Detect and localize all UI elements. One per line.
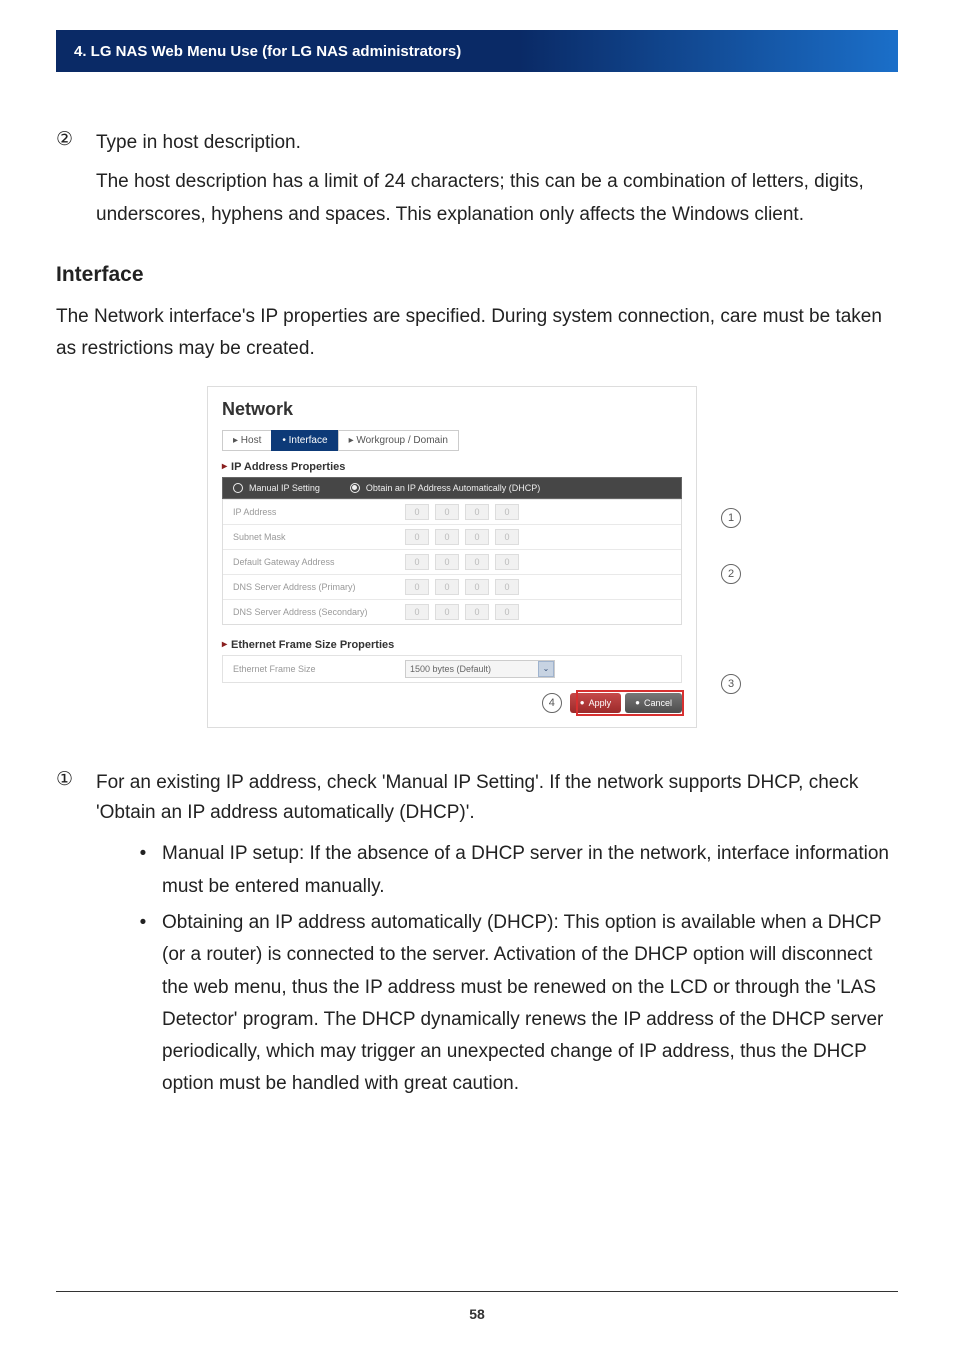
interface-heading: Interface	[56, 263, 898, 287]
radio-manual[interactable]: Manual IP Setting	[233, 483, 320, 493]
apply-label: Apply	[589, 698, 612, 708]
bullet-list: • Manual IP setup: If the absence of a D…	[136, 838, 898, 1100]
octet-input[interactable]: 0	[495, 579, 519, 595]
tab-workgroup[interactable]: ▸ Workgroup / Domain	[338, 430, 459, 451]
octet-input[interactable]: 0	[405, 579, 429, 595]
step-2-number: ②	[56, 128, 80, 158]
eth-row-label: Ethernet Frame Size	[233, 664, 399, 674]
apply-button[interactable]: ● Apply	[570, 693, 621, 713]
radio-icon	[350, 483, 360, 493]
network-panel: Network ▸ Host • Interface ▸ Workgroup /…	[207, 386, 697, 728]
screenshot-container: Network ▸ Host • Interface ▸ Workgroup /…	[207, 386, 747, 728]
octet-input[interactable]: 0	[495, 554, 519, 570]
octet-input[interactable]: 0	[465, 579, 489, 595]
octet-input[interactable]: 0	[435, 604, 459, 620]
octet-input[interactable]: 0	[465, 604, 489, 620]
bullet-text: Obtaining an IP address automatically (D…	[162, 907, 898, 1101]
dot-icon: ●	[580, 698, 585, 707]
octet-input[interactable]: 0	[405, 529, 429, 545]
octet-input[interactable]: 0	[465, 504, 489, 520]
chapter-title: 4. LG NAS Web Menu Use (for LG NAS admin…	[74, 43, 461, 60]
ip-grid: IP Address 0 0 0 0 Subnet Mask 0 0 0 0 D…	[222, 499, 682, 625]
footer-line	[56, 1291, 898, 1292]
octet-input[interactable]: 0	[465, 529, 489, 545]
octet-input[interactable]: 0	[405, 604, 429, 620]
cancel-label: Cancel	[644, 698, 672, 708]
radio-icon	[233, 483, 243, 493]
octet-input[interactable]: 0	[495, 529, 519, 545]
interface-intro: The Network interface's IP properties ar…	[56, 301, 898, 366]
step-2-title: Type in host description.	[96, 128, 898, 158]
radio-dhcp[interactable]: Obtain an IP Address Automatically (DHCP…	[350, 483, 540, 493]
eth-frame-row: Ethernet Frame Size 1500 bytes (Default)…	[222, 655, 682, 683]
octet-input[interactable]: 0	[435, 504, 459, 520]
bullet-text: Manual IP setup: If the absence of a DHC…	[162, 838, 898, 903]
cancel-button[interactable]: ● Cancel	[625, 693, 682, 713]
chevron-down-icon: ⌄	[538, 661, 554, 677]
callout-2: 2	[721, 564, 741, 584]
eth-section-label: ▸ Ethernet Frame Size Properties	[222, 639, 682, 651]
row-label: DNS Server Address (Primary)	[233, 582, 399, 592]
radio-manual-label: Manual IP Setting	[249, 483, 320, 493]
eth-frame-select[interactable]: 1500 bytes (Default) ⌄	[405, 660, 555, 678]
row-label: Default Gateway Address	[233, 557, 399, 567]
step-1-text: For an existing IP address, check 'Manua…	[96, 768, 898, 829]
ip-mode-row: Manual IP Setting Obtain an IP Address A…	[222, 477, 682, 499]
octet-input[interactable]: 0	[435, 529, 459, 545]
button-row: 4 ● Apply ● Cancel	[222, 693, 682, 713]
page-number: 58	[56, 1306, 898, 1322]
callout-3: 3	[721, 674, 741, 694]
step-2-desc: The host description has a limit of 24 c…	[96, 166, 898, 231]
octet-input[interactable]: 0	[435, 579, 459, 595]
octet-input[interactable]: 0	[495, 604, 519, 620]
chapter-header: 4. LG NAS Web Menu Use (for LG NAS admin…	[56, 30, 898, 72]
ip-section-text: IP Address Properties	[231, 461, 345, 473]
table-row: IP Address 0 0 0 0	[223, 499, 681, 524]
tab-interface[interactable]: • Interface	[271, 430, 338, 451]
table-row: DNS Server Address (Secondary) 0 0 0 0	[223, 599, 681, 624]
table-row: Default Gateway Address 0 0 0 0	[223, 549, 681, 574]
row-label: DNS Server Address (Secondary)	[233, 607, 399, 617]
ip-section-label: ▸ IP Address Properties	[222, 461, 682, 473]
eth-section-text: Ethernet Frame Size Properties	[231, 639, 394, 651]
dot-icon: ●	[635, 698, 640, 707]
table-row: Subnet Mask 0 0 0 0	[223, 524, 681, 549]
document-page: 4. LG NAS Web Menu Use (for LG NAS admin…	[0, 0, 954, 1352]
row-label: IP Address	[233, 507, 399, 517]
step-1-number: ①	[56, 768, 80, 829]
octet-input[interactable]: 0	[435, 554, 459, 570]
list-item: • Manual IP setup: If the absence of a D…	[136, 838, 898, 903]
arrow-icon: ▸	[222, 639, 227, 650]
octet-input[interactable]: 0	[405, 504, 429, 520]
radio-dhcp-label: Obtain an IP Address Automatically (DHCP…	[366, 483, 540, 493]
tab-host[interactable]: ▸ Host	[222, 430, 272, 451]
bullet-icon: •	[136, 907, 150, 1101]
arrow-icon: ▸	[222, 461, 227, 472]
row-label: Subnet Mask	[233, 532, 399, 542]
page-footer: 58	[56, 1291, 898, 1322]
bullet-icon: •	[136, 838, 150, 903]
callout-4: 4	[542, 693, 562, 713]
tab-bar: ▸ Host • Interface ▸ Workgroup / Domain	[222, 430, 682, 451]
octet-input[interactable]: 0	[465, 554, 489, 570]
step-2: ② Type in host description.	[56, 128, 898, 158]
callout-1: 1	[721, 508, 741, 528]
eth-select-value: 1500 bytes (Default)	[410, 662, 491, 676]
list-item: • Obtaining an IP address automatically …	[136, 907, 898, 1101]
octet-input[interactable]: 0	[495, 504, 519, 520]
step-1: ① For an existing IP address, check 'Man…	[56, 768, 898, 829]
panel-title: Network	[222, 399, 682, 420]
octet-input[interactable]: 0	[405, 554, 429, 570]
table-row: DNS Server Address (Primary) 0 0 0 0	[223, 574, 681, 599]
